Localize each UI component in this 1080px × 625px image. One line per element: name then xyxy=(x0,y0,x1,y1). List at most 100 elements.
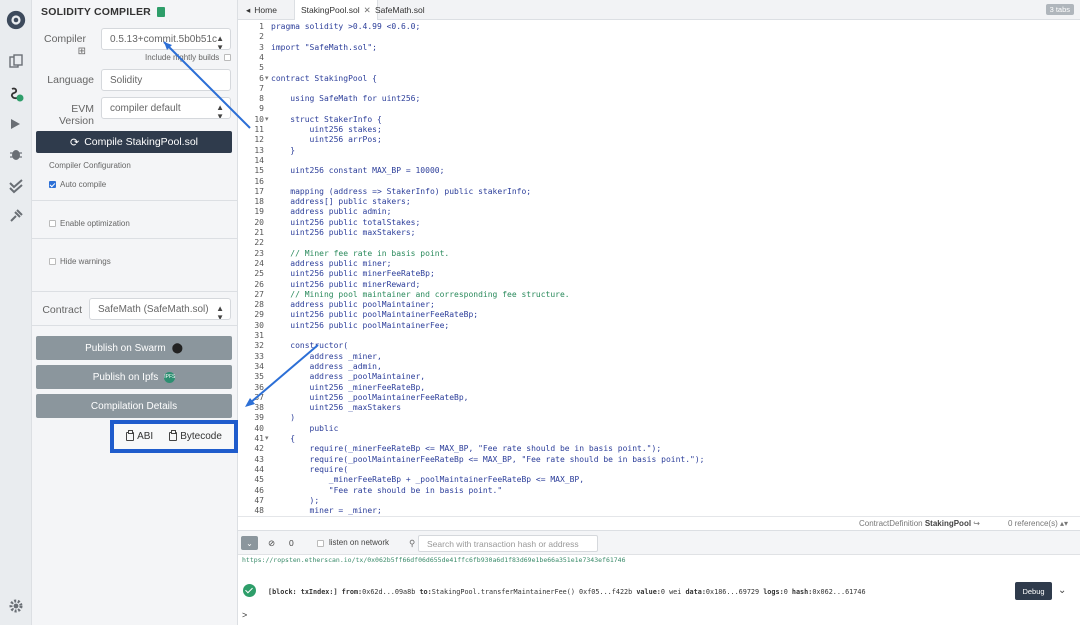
code-line[interactable]: // Mining pool maintainer and correspond… xyxy=(271,290,569,300)
clear-console-icon[interactable]: ⊘ xyxy=(268,538,275,549)
code-line[interactable]: address _admin, xyxy=(271,362,382,372)
code-line[interactable]: struct StakerInfo { xyxy=(271,115,382,125)
deploy-run-icon[interactable] xyxy=(6,114,26,134)
code-line[interactable]: using SafeMath for uint256; xyxy=(271,94,420,104)
line-number: 23 xyxy=(254,248,264,258)
code-line[interactable]: uint256 public maxStakers; xyxy=(271,228,415,238)
hide-warnings-label: Hide warnings xyxy=(60,257,111,266)
hide-warnings-checkbox[interactable] xyxy=(49,258,56,265)
clipboard-icon xyxy=(126,430,135,441)
code-line[interactable]: // Miner fee rate in basis point. xyxy=(271,249,449,259)
code-line[interactable]: uint256 _minerFeeRateBp, xyxy=(271,383,426,393)
contract-select[interactable]: SafeMath (SafeMath.sol) ▲ ▼ xyxy=(89,298,231,320)
tab-stakingpool[interactable]: StakingPool.sol ✕ xyxy=(294,0,378,20)
plugin-icon[interactable] xyxy=(6,206,26,226)
code-line[interactable]: miner = _miner; xyxy=(271,506,382,516)
copy-abi-button[interactable]: ABI xyxy=(126,430,153,442)
add-compiler-icon[interactable]: ⊞ xyxy=(78,46,86,57)
collapse-chevron-icon[interactable]: ⌄ xyxy=(241,536,258,550)
code-line[interactable]: "Fee rate should be in basis point." xyxy=(271,486,502,496)
tab-safemath[interactable]: SafeMath.sol xyxy=(369,0,431,20)
code-line[interactable]: { xyxy=(271,434,295,444)
code-line[interactable]: require(_minerFeeRateBp <= MAX_BP, "Fee … xyxy=(271,444,662,454)
code-line[interactable]: uint256 public poolMaintainerFee; xyxy=(271,321,449,331)
code-line[interactable]: uint256 _maxStakers xyxy=(271,403,402,413)
code-line[interactable]: ) xyxy=(271,413,295,423)
code-line[interactable]: address public poolMaintainer; xyxy=(271,300,435,310)
code-line[interactable]: constructor( xyxy=(271,341,348,351)
terminal-search-input[interactable]: ⚲ Search with transaction hash or addres… xyxy=(409,535,598,552)
copy-bytecode-button[interactable]: Bytecode xyxy=(169,430,222,442)
listen-network-label: listen on network xyxy=(329,538,390,547)
code-line[interactable]: uint256 public totalStakes; xyxy=(271,218,420,228)
code-line[interactable]: address _miner, xyxy=(271,352,382,362)
divider xyxy=(32,200,238,201)
line-number: 39 xyxy=(254,413,264,423)
settings-gear-icon[interactable] xyxy=(6,596,26,616)
evm-version-select[interactable]: compiler default ▲ ▼ xyxy=(101,97,231,119)
contract-definition-info[interactable]: ContractDefinition StakingPool ↪ xyxy=(859,519,980,528)
code-line[interactable]: require( xyxy=(271,465,349,475)
code-content[interactable]: pragma solidity >0.4.99 <0.6.0; import "S… xyxy=(271,20,1071,516)
chevron-icon: ▴▾ xyxy=(1059,519,1068,528)
fold-toggle-icon[interactable]: ▾ xyxy=(265,74,269,82)
code-line[interactable]: address[] public stakers; xyxy=(271,197,410,207)
expand-chevron-icon[interactable]: ⌄ xyxy=(1058,585,1066,596)
code-line[interactable]: uint256 public minerFeeRateBp; xyxy=(271,269,435,279)
code-editor[interactable]: 1 2 3 4 5 6 ▾ 7 8 9 10 ▾ 11 12 13 14 15 16 17 18 19 20 21 22 23 2… xyxy=(238,20,1080,516)
listen-network-checkbox[interactable] xyxy=(317,540,324,547)
debug-button[interactable]: Debug xyxy=(1015,582,1052,600)
code-line[interactable]: uint256 public poolMaintainerFeeRateBp; xyxy=(271,310,478,320)
tab-count-badge[interactable]: 3 tabs xyxy=(1045,4,1074,15)
code-line[interactable]: uint256 constant MAX_BP = 10000; xyxy=(271,166,444,176)
file-explorer-icon[interactable] xyxy=(6,52,26,72)
terminal-prompt[interactable]: > xyxy=(242,610,247,620)
line-number: 38 xyxy=(254,403,264,413)
code-line[interactable]: import "SafeMath.sol"; xyxy=(271,43,377,53)
code-line[interactable]: ); xyxy=(271,496,320,506)
etherscan-link[interactable]: https://ropsten.etherscan.io/tx/0x062b5f… xyxy=(242,556,626,564)
remix-logo-icon[interactable] xyxy=(4,8,28,32)
transaction-log-line[interactable]: [block: txIndex:] from:0x62d...09a8b to:… xyxy=(268,588,866,596)
language-select[interactable]: Solidity xyxy=(101,69,231,91)
code-line[interactable]: address _poolMaintainer, xyxy=(271,372,426,382)
auto-compile-checkbox[interactable] xyxy=(49,181,56,188)
code-line[interactable]: pragma solidity >0.4.99 <0.6.0; xyxy=(271,22,420,32)
compiler-version-select[interactable]: 0.5.13+commit.5b0b51c ▲ ▼ xyxy=(101,28,231,50)
code-line[interactable]: uint256 public minerReward; xyxy=(271,280,420,290)
solidity-compiler-icon[interactable] xyxy=(6,84,26,104)
fold-toggle-icon[interactable]: ▾ xyxy=(265,115,269,123)
enable-optimization-checkbox[interactable] xyxy=(49,220,56,227)
code-line[interactable]: } xyxy=(271,146,295,156)
language-label: Language xyxy=(47,74,94,86)
compile-button[interactable]: ⟳ Compile StakingPool.sol xyxy=(36,131,232,153)
publish-ipfs-button[interactable]: Publish on Ipfs IPFS xyxy=(36,365,232,389)
line-number: 12 xyxy=(254,135,264,145)
line-number: 20 xyxy=(254,217,264,227)
documentation-icon[interactable] xyxy=(156,7,165,17)
line-number: 36 xyxy=(254,382,264,392)
line-number: 28 xyxy=(254,300,264,310)
code-line[interactable]: address public miner; xyxy=(271,259,391,269)
references-count[interactable]: 0 reference(s) ▴▾ xyxy=(1008,519,1068,528)
code-line[interactable]: uint256 stakes; xyxy=(271,125,382,135)
code-line[interactable]: uint256 _poolMaintainerFeeRateBp, xyxy=(271,393,469,403)
fold-toggle-icon[interactable]: ▾ xyxy=(265,434,269,442)
line-number: 4 xyxy=(259,52,264,62)
clipboard-icon xyxy=(169,430,178,441)
code-line[interactable]: require(_poolMaintainerFeeRateBp <= MAX_… xyxy=(271,455,705,465)
code-line[interactable]: mapping (address => StakerInfo) public s… xyxy=(271,187,531,197)
tab-home[interactable]: ◂ Home xyxy=(240,0,283,20)
code-line[interactable]: _minerFeeRateBp + _poolMaintainerFeeRate… xyxy=(271,475,584,485)
editor-status-bar: ContractDefinition StakingPool ↪ 0 refer… xyxy=(238,516,1080,530)
publish-swarm-button[interactable]: Publish on Swarm ⬤ xyxy=(36,336,232,360)
line-number: 16 xyxy=(254,176,264,186)
code-line[interactable]: address public admin; xyxy=(271,207,391,217)
debugger-icon[interactable] xyxy=(6,144,26,164)
test-icon[interactable] xyxy=(6,176,26,196)
code-line[interactable]: uint256 arrPos; xyxy=(271,135,382,145)
code-line[interactable]: public xyxy=(271,424,339,434)
compilation-details-button[interactable]: Compilation Details xyxy=(36,394,232,418)
nightly-builds-checkbox[interactable] xyxy=(224,54,231,61)
code-line[interactable]: contract StakingPool { xyxy=(271,74,377,84)
